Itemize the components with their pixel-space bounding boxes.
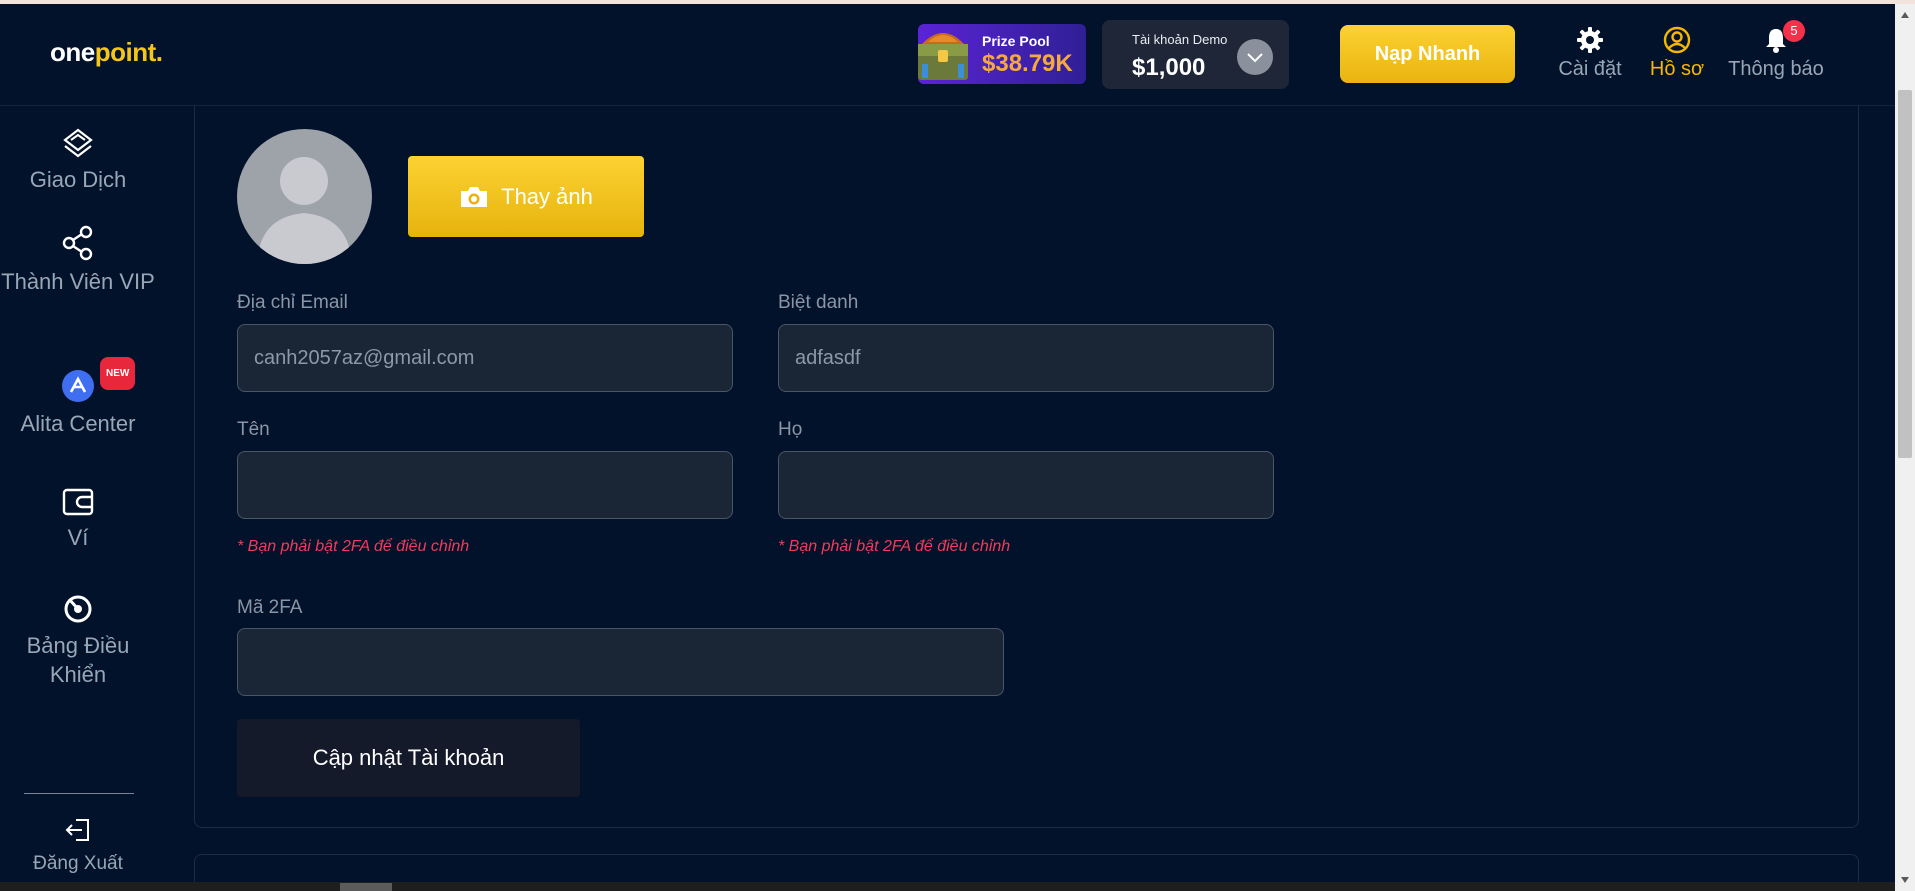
prize-pool-label: Prize Pool — [982, 33, 1050, 49]
last-name-2fa-hint: * Bạn phải bật 2FA để điều chỉnh — [778, 538, 1011, 555]
top-header: onepoint. Prize Pool $38.79K Tài khoản D… — [0, 4, 1895, 106]
email-label: Địa chỉ Email — [237, 292, 348, 313]
last-name-label: Họ — [778, 419, 803, 440]
email-field[interactable] — [237, 324, 733, 392]
logout-icon — [65, 819, 89, 841]
sidebar-item-vip[interactable]: Thành Viên VIP — [0, 225, 156, 296]
trade-icon — [63, 128, 93, 158]
prize-pool-value: $38.79K — [982, 50, 1073, 77]
sidebar-item-label: Bảng Điều Khiển — [26, 633, 130, 687]
sidebar-item-label: Thành Viên VIP — [1, 269, 155, 294]
sidebar-item-trade[interactable]: Giao Dịch — [0, 127, 156, 194]
last-name-field[interactable] — [778, 451, 1274, 519]
nickname-label: Biệt danh — [778, 292, 859, 313]
default-user-silhouette-icon — [257, 157, 352, 264]
alita-logo-icon — [62, 370, 94, 402]
horizontal-scrollbar-thumb[interactable] — [340, 883, 392, 891]
scroll-up-arrow-icon[interactable] — [1901, 12, 1909, 18]
settings-nav[interactable]: Cài đặt — [1554, 26, 1626, 81]
sidebar: Giao Dịch Thành Viên VIP NEW Alita Cente… — [0, 107, 156, 882]
sidebar-item-alita-center[interactable]: NEW Alita Center — [0, 357, 156, 438]
notifications-nav[interactable]: Thông báo 5 — [1724, 20, 1828, 81]
notification-count-badge: 5 — [1783, 20, 1805, 42]
profile-label: Hồ sơ — [1649, 58, 1705, 80]
demo-account-label: Tài khoản Demo — [1132, 32, 1228, 47]
user-circle-icon — [1663, 26, 1691, 54]
first-name-field[interactable] — [237, 451, 733, 519]
first-name-label: Tên — [237, 419, 270, 440]
avatar — [237, 129, 372, 264]
vertical-scrollbar[interactable] — [1895, 4, 1915, 891]
sidebar-item-dashboard[interactable]: Bảng Điều Khiển — [0, 593, 156, 689]
scrollbar-thumb[interactable] — [1898, 90, 1912, 458]
twofa-code-label: Mã 2FA — [237, 597, 303, 618]
nickname-field[interactable] — [778, 324, 1274, 392]
sidebar-item-wallet[interactable]: Ví — [0, 487, 156, 552]
sidebar-divider — [24, 793, 134, 794]
new-badge: NEW — [100, 357, 136, 390]
horizontal-scrollbar[interactable] — [0, 882, 1895, 891]
first-name-2fa-hint: * Bạn phải bật 2FA để điều chỉnh — [237, 538, 470, 555]
dashboard-icon — [64, 595, 92, 623]
camera-icon — [461, 186, 488, 207]
sidebar-item-label: Alita Center — [20, 411, 136, 436]
sidebar-item-label: Ví — [67, 525, 89, 550]
demo-account-switcher[interactable]: Tài khoản Demo $1,000 — [1102, 20, 1289, 89]
treasure-chest-icon — [918, 33, 968, 80]
wallet-icon — [62, 488, 94, 516]
prize-pool-banner[interactable]: Prize Pool $38.79K — [918, 24, 1086, 84]
gear-icon — [1577, 27, 1603, 53]
change-photo-button[interactable]: Thay ảnh — [408, 156, 644, 237]
onepoint-logo[interactable]: onepoint. — [50, 37, 163, 68]
update-account-button[interactable]: Cập nhật Tài khoản — [237, 719, 580, 797]
chevron-down-icon[interactable] — [1237, 39, 1273, 75]
twofa-code-field[interactable] — [237, 628, 1004, 696]
scroll-down-arrow-icon[interactable] — [1901, 877, 1909, 883]
quick-deposit-button[interactable]: Nạp Nhanh — [1340, 25, 1515, 83]
sidebar-item-label: Giao Dịch — [29, 167, 127, 192]
change-photo-label: Thay ảnh — [501, 183, 593, 209]
logout-button[interactable]: Đăng Xuất — [0, 817, 156, 878]
settings-label: Cài đặt — [1558, 58, 1622, 80]
share-network-icon — [62, 225, 93, 261]
notifications-label: Thông báo — [1728, 58, 1824, 80]
logout-label: Đăng Xuất — [33, 853, 123, 874]
profile-nav[interactable]: Hồ sơ — [1646, 26, 1708, 81]
demo-account-balance: $1,000 — [1132, 54, 1206, 81]
